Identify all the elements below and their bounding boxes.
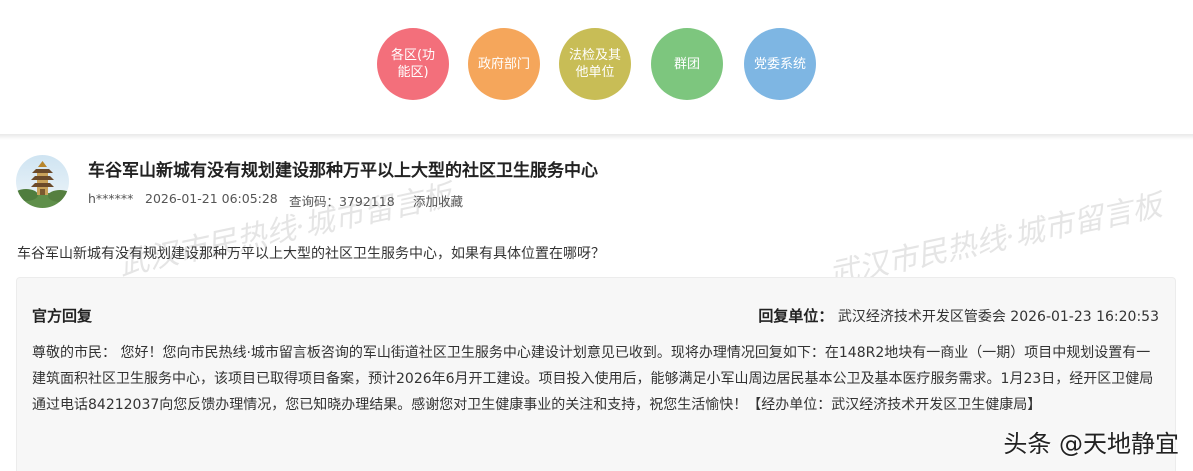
- category-label: 群团: [673, 56, 700, 72]
- avatar-image-icon: [16, 155, 69, 208]
- query-code: 查询码：3792118: [289, 194, 395, 209]
- post-title: 车谷军山新城有没有规划建设那种万平以上大型的社区卫生服务中心: [88, 161, 598, 181]
- official-reply-box: 官方回复 回复单位： 武汉经济技术开发区管委会 2026-01-23 16:20…: [16, 277, 1176, 471]
- post-time: 2026-01-21 06:05:28: [145, 191, 278, 206]
- page: 各区(功能区) 政府部门 法检及其他单位 群团 党委系统 武汉市民热线·城市留言…: [0, 0, 1193, 471]
- reply-unit-label: 回复单位：: [758, 307, 834, 325]
- category-government[interactable]: 政府部门: [468, 28, 540, 100]
- reply-body: 尊敬的市民： 您好！您向市民热线·城市留言板咨询的军山街道社区卫生服务中心建设计…: [32, 345, 1154, 413]
- post-question: 车谷军山新城有没有规划建设那种万平以上大型的社区卫生服务中心，如果有具体位置在哪…: [17, 246, 605, 262]
- reply-unit: 回复单位： 武汉经济技术开发区管委会 2026-01-23 16:20:53: [758, 305, 1159, 326]
- category-party[interactable]: 党委系统: [744, 28, 816, 100]
- category-nav: 各区(功能区) 政府部门 法检及其他单位 群团 党委系统: [0, 0, 1193, 136]
- category-groups[interactable]: 群团: [651, 28, 723, 100]
- watermark: 武汉市民热线·城市留言板: [115, 178, 456, 283]
- reply-unit-value: 武汉经济技术开发区管委会 2026-01-23 16:20:53: [837, 309, 1159, 325]
- category-label: 各区(功能区): [390, 48, 436, 80]
- avatar: [16, 155, 69, 208]
- add-favorite-link[interactable]: 添加收藏: [413, 191, 463, 210]
- category-label: 党委系统: [753, 56, 806, 72]
- post-user: h******: [88, 191, 134, 206]
- divider: [0, 134, 1193, 140]
- category-judicial[interactable]: 法检及其他单位: [559, 28, 631, 100]
- source-watermark: 头条 @天地静宜: [1003, 430, 1179, 458]
- reply-label: 官方回复: [32, 307, 93, 325]
- category-label: 法检及其他单位: [568, 48, 621, 80]
- category-district[interactable]: 各区(功能区): [377, 28, 449, 100]
- category-label: 政府部门: [477, 56, 530, 72]
